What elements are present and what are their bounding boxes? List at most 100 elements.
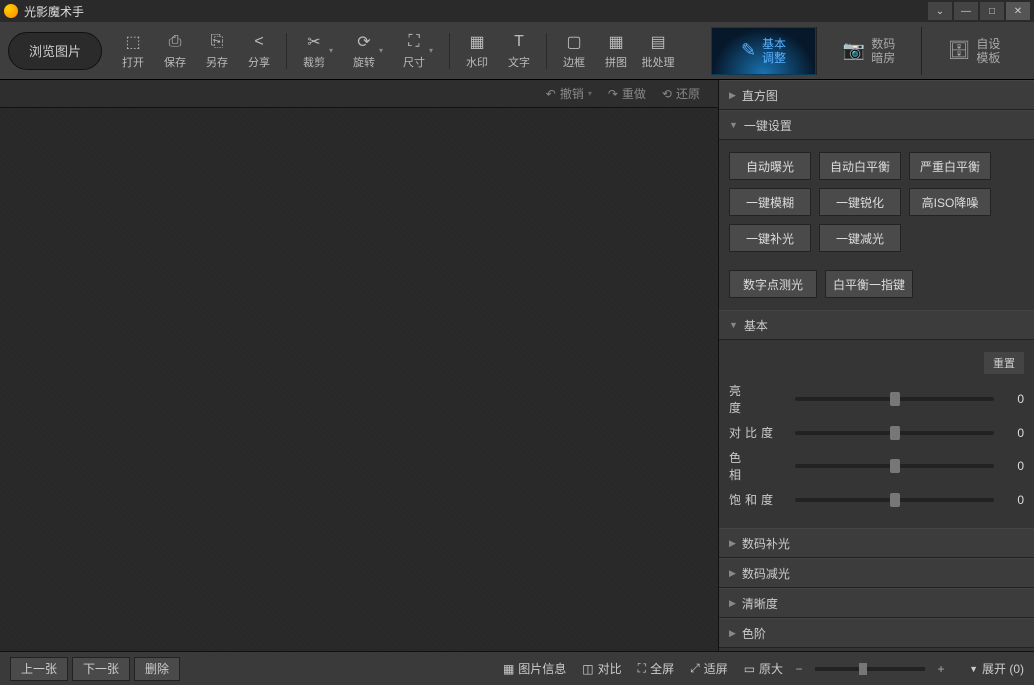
undo-button[interactable]: ↶撤销▾ [546, 85, 592, 102]
undo-icon: ↶ [546, 87, 556, 101]
share-button[interactable]: <分享 [240, 32, 278, 70]
oneclick-blur-button[interactable]: 一键模糊 [729, 188, 811, 216]
rotate-icon: ⟳ [354, 32, 374, 52]
crop-button[interactable]: ✂裁剪▾ [295, 32, 341, 70]
share-icon: < [249, 32, 269, 52]
oneclick-fill-light-button[interactable]: 一键补光 [729, 224, 811, 252]
compare-button[interactable]: ◫对比 [582, 660, 621, 677]
redo-button[interactable]: ↷重做 [608, 85, 646, 102]
border-button[interactable]: ▢边框 [555, 32, 593, 70]
collage-icon: ▦ [606, 32, 626, 52]
tab-custom-templates[interactable]: 🗄 自设模板 [921, 27, 1026, 75]
saveas-button[interactable]: ⎘另存 [198, 32, 236, 70]
section-clarity[interactable]: ▶清晰度 [719, 588, 1034, 618]
restore-button[interactable]: ⟲还原 [662, 85, 700, 102]
chevron-down-icon: ▾ [429, 46, 433, 55]
next-image-button[interactable]: 下一张 [72, 657, 130, 681]
edit-icon: ✎ [741, 40, 756, 61]
tab-basic-adjust[interactable]: ✎ 基本调整 [711, 27, 816, 75]
prev-image-button[interactable]: 上一张 [10, 657, 68, 681]
titlebar: 光影魔术手 ⌄ — □ ✕ [0, 0, 1034, 22]
reset-button[interactable]: 重置 [984, 352, 1024, 374]
text-icon: T [509, 32, 529, 52]
brightness-slider[interactable] [795, 397, 994, 401]
restore-icon: ⟲ [662, 87, 672, 101]
history-bar: ↶撤销▾ ↷重做 ⟲还原 [0, 80, 718, 108]
image-canvas[interactable] [0, 108, 718, 651]
template-icon: 🗄 [948, 40, 971, 61]
saturation-value: 0 [1004, 493, 1024, 507]
watermark-icon: ▦ [467, 32, 487, 52]
chevron-down-icon: ▾ [329, 46, 333, 55]
brightness-value: 0 [1004, 392, 1024, 406]
expand-panel-button[interactable]: ▼展开 (0) [969, 660, 1024, 677]
camera-icon: 📷 [843, 40, 865, 61]
maximize-button[interactable]: □ [980, 2, 1004, 20]
app-logo-icon [4, 4, 18, 18]
open-button[interactable]: ⬚打开 [114, 32, 152, 70]
info-icon: ▦ [503, 662, 514, 676]
orig-icon: ▭ [744, 662, 755, 676]
oneclick-dim-light-button[interactable]: 一键减光 [819, 224, 901, 252]
save-icon: ⎙ [165, 32, 185, 52]
hue-slider[interactable] [795, 464, 994, 468]
brightness-label: 亮度 [729, 382, 785, 416]
fullscreen-icon: ⛶ [638, 661, 646, 676]
rotate-button[interactable]: ⟳旋转▾ [345, 32, 391, 70]
open-icon: ⬚ [123, 32, 143, 52]
saturation-label: 饱和度 [729, 491, 785, 508]
tab-digital-darkroom[interactable]: 📷 数码暗房 [816, 27, 921, 75]
size-button[interactable]: ⛶尺寸▾ [395, 32, 441, 70]
saturation-slider[interactable] [795, 498, 994, 502]
hue-label: 色相 [729, 449, 785, 483]
browse-images-button[interactable]: 浏览图片 [8, 32, 102, 70]
app-title: 光影魔术手 [24, 3, 84, 20]
delete-image-button[interactable]: 删除 [134, 657, 180, 681]
section-histogram[interactable]: ▶直方图 [719, 80, 1034, 110]
image-info-button[interactable]: ▦图片信息 [503, 660, 566, 677]
batch-button[interactable]: ▤批处理 [639, 32, 677, 70]
dropdown-button[interactable]: ⌄ [928, 2, 952, 20]
fit-screen-button[interactable]: ⤢适屏 [690, 660, 728, 677]
size-icon: ⛶ [404, 32, 424, 52]
save-button[interactable]: ⎙保存 [156, 32, 194, 70]
section-levels[interactable]: ▶色阶 [719, 618, 1034, 648]
chevron-down-icon: ▼ [969, 664, 978, 674]
zoom-out-button[interactable]: − [791, 662, 807, 676]
severe-whitebalance-button[interactable]: 严重白平衡 [909, 152, 991, 180]
digital-spot-meter-button[interactable]: 数字点测光 [729, 270, 817, 298]
section-oneclick[interactable]: ▼一键设置 [719, 110, 1034, 140]
chevron-down-icon: ▾ [379, 46, 383, 55]
saveas-icon: ⎘ [207, 32, 227, 52]
zoom-in-button[interactable]: + [933, 662, 949, 676]
zoom-slider[interactable] [815, 667, 925, 671]
section-dim-light[interactable]: ▶数码减光 [719, 558, 1034, 588]
triangle-right-icon: ▶ [729, 568, 736, 579]
redo-icon: ↷ [608, 87, 618, 101]
triangle-right-icon: ▶ [729, 538, 736, 549]
original-size-button[interactable]: ▭原大 [744, 660, 783, 677]
contrast-label: 对比度 [729, 424, 785, 441]
auto-whitebalance-button[interactable]: 自动白平衡 [819, 152, 901, 180]
collage-button[interactable]: ▦拼图 [597, 32, 635, 70]
triangle-right-icon: ▶ [729, 628, 736, 639]
border-icon: ▢ [564, 32, 584, 52]
high-iso-denoise-button[interactable]: 高ISO降噪 [909, 188, 991, 216]
section-fill-light[interactable]: ▶数码补光 [719, 528, 1034, 558]
compare-icon: ◫ [582, 662, 593, 676]
auto-exposure-button[interactable]: 自动曝光 [729, 152, 811, 180]
oneclick-sharpen-button[interactable]: 一键锐化 [819, 188, 901, 216]
hue-value: 0 [1004, 459, 1024, 473]
minimize-button[interactable]: — [954, 2, 978, 20]
crop-icon: ✂ [304, 32, 324, 52]
whitebalance-onekey-button[interactable]: 白平衡一指键 [825, 270, 913, 298]
close-button[interactable]: ✕ [1006, 2, 1030, 20]
fullscreen-button[interactable]: ⛶全屏 [638, 660, 674, 677]
text-button[interactable]: T文字 [500, 32, 538, 70]
section-basic[interactable]: ▼基本 [719, 310, 1034, 340]
chevron-down-icon: ▾ [588, 89, 592, 98]
contrast-slider[interactable] [795, 431, 994, 435]
main-toolbar: 浏览图片 ⬚打开 ⎙保存 ⎘另存 <分享 ✂裁剪▾ ⟳旋转▾ ⛶尺寸▾ ▦水印 … [0, 22, 1034, 80]
bottom-bar: 上一张 下一张 删除 ▦图片信息 ◫对比 ⛶全屏 ⤢适屏 ▭原大 − + ▼展开… [0, 651, 1034, 685]
watermark-button[interactable]: ▦水印 [458, 32, 496, 70]
